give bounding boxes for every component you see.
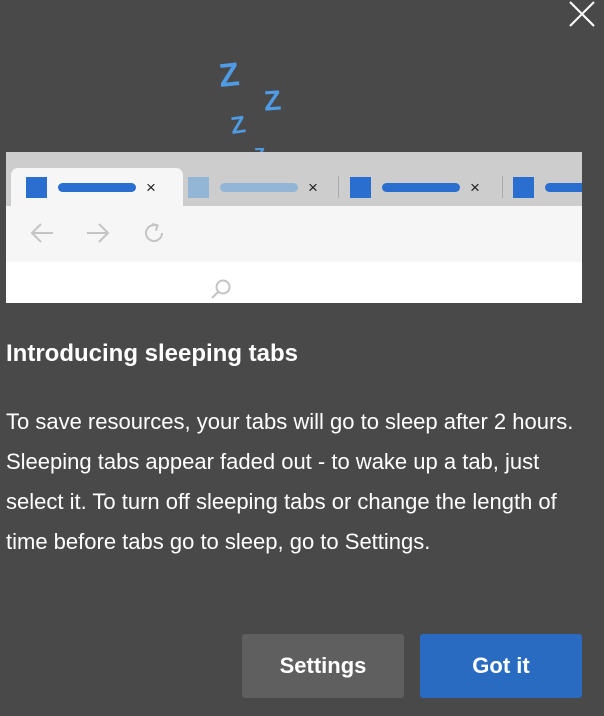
- tab-title-placeholder: [220, 183, 298, 192]
- forward-arrow-icon: [87, 223, 110, 243]
- tab-close-icon: ×: [470, 178, 480, 197]
- tab-close-icon: ×: [146, 177, 156, 197]
- sleep-z-icon: Z: [229, 111, 248, 140]
- dialog-title: Introducing sleeping tabs: [6, 340, 299, 367]
- tab-title-placeholder: [58, 182, 136, 192]
- sleep-z-icon: Z: [217, 55, 242, 94]
- illustration-tabstrip: × × ×: [6, 152, 582, 206]
- illustration-address-bar: [194, 268, 582, 303]
- search-icon: [211, 279, 231, 299]
- illustration-tab-active: ×: [11, 168, 183, 206]
- tab-close-icon: ×: [308, 178, 318, 197]
- illustration-toolbar: [6, 206, 582, 303]
- favicon-icon: [188, 177, 209, 198]
- illustration-tab-sleeping: ×: [173, 171, 318, 204]
- illustration-tab-normal: ×: [335, 171, 480, 204]
- browser-illustration: × × ×: [6, 152, 582, 303]
- favicon-icon: [350, 177, 371, 198]
- illustration-tab-cutoff: [498, 171, 582, 204]
- refresh-icon: [145, 223, 163, 242]
- close-button[interactable]: [566, 0, 598, 30]
- settings-button[interactable]: Settings: [242, 634, 404, 698]
- got-it-button[interactable]: Got it: [420, 634, 582, 698]
- close-icon: [569, 1, 595, 27]
- dialog-description: To save resources, your tabs will go to …: [6, 409, 574, 554]
- sleep-z-icon: Z: [262, 84, 283, 117]
- back-arrow-icon: [30, 223, 53, 243]
- favicon-icon: [26, 176, 47, 198]
- tab-title-placeholder: [382, 183, 460, 192]
- tab-title-placeholder: [545, 183, 582, 192]
- favicon-icon: [513, 177, 534, 198]
